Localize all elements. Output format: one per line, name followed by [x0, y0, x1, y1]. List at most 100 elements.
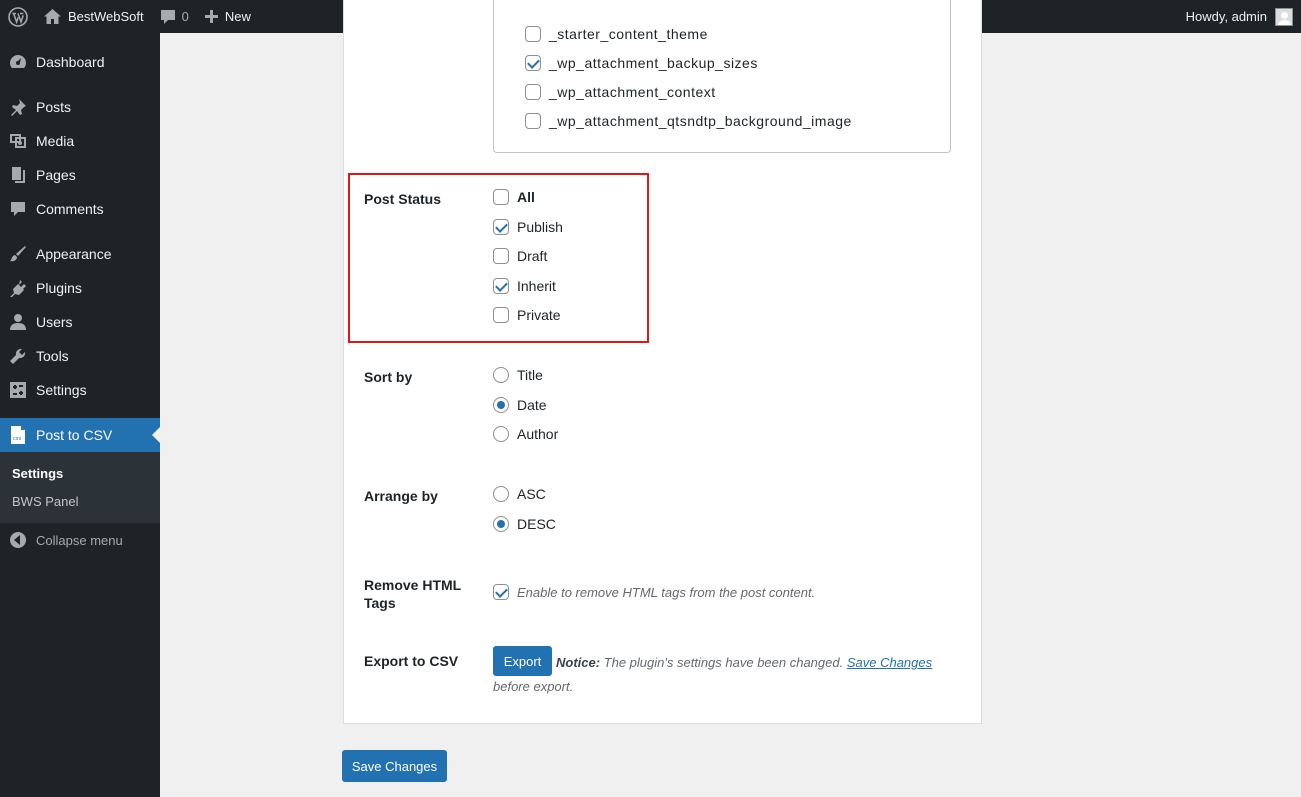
- account-menu[interactable]: Howdy, admin: [1178, 0, 1301, 33]
- option-label: Date: [517, 397, 547, 413]
- arrange-by-option-desc[interactable]: DESC: [493, 516, 556, 532]
- notice-label: Notice:: [556, 655, 601, 670]
- brush-icon: [10, 246, 26, 262]
- menu-label: Users: [36, 314, 73, 330]
- menu-comments[interactable]: Comments: [0, 192, 160, 226]
- checkbox[interactable]: [493, 307, 509, 323]
- option-label: Private: [517, 307, 561, 323]
- radio[interactable]: [493, 486, 509, 502]
- menu-label: Posts: [36, 99, 72, 115]
- post-status-option-private[interactable]: Private: [493, 307, 561, 323]
- comments-count: 0: [181, 9, 189, 24]
- menu-plugins[interactable]: Plugins: [0, 271, 160, 305]
- site-name-link[interactable]: BestWebSoft: [36, 0, 152, 33]
- menu-appearance[interactable]: Appearance: [0, 237, 160, 271]
- checkbox[interactable]: [493, 248, 509, 264]
- save-changes-link[interactable]: Save Changes: [847, 655, 932, 670]
- settings-icon: [10, 382, 26, 398]
- label-line: Remove HTML: [364, 577, 462, 593]
- post-status-option-inherit[interactable]: Inherit: [493, 278, 556, 294]
- comment-icon: [160, 9, 175, 24]
- post-status-option-all[interactable]: All: [493, 189, 535, 205]
- option-label: Publish: [517, 219, 563, 235]
- menu-label: Dashboard: [36, 54, 105, 70]
- option-label: All: [517, 189, 535, 205]
- menu-label: Media: [36, 133, 75, 149]
- menu-tools[interactable]: Tools: [0, 339, 160, 373]
- menu-settings[interactable]: Settings: [0, 373, 160, 407]
- checkbox[interactable]: [493, 219, 509, 235]
- menu-posts[interactable]: Posts: [0, 90, 160, 124]
- collapse-menu-button[interactable]: Collapse menu: [0, 523, 160, 557]
- label-line: Tags: [364, 595, 396, 611]
- meta-keys-list[interactable]: [493, 0, 951, 153]
- new-content-link[interactable]: New: [197, 0, 259, 33]
- export-label: Export to CSV: [364, 653, 459, 669]
- post-status-option-publish[interactable]: Publish: [493, 219, 563, 235]
- meta-key-option[interactable]: _wp_attachment_qtsndtp_background_image: [525, 113, 852, 129]
- post-status-label: Post Status: [364, 191, 442, 207]
- option-label: Title: [517, 367, 543, 383]
- home-icon: [44, 9, 61, 24]
- menu-label: Plugins: [36, 280, 82, 296]
- option-label: _wp_attachment_backup_sizes: [549, 55, 758, 71]
- sort-by-option-title[interactable]: Title: [493, 367, 543, 383]
- meta-key-option[interactable]: _starter_content_theme: [525, 26, 708, 42]
- checkbox[interactable]: [493, 189, 509, 205]
- post-to-csv-submenu: Settings BWS Panel: [0, 452, 160, 523]
- user-icon: [10, 314, 26, 330]
- sort-by-option-author[interactable]: Author: [493, 426, 558, 442]
- checkbox[interactable]: [493, 584, 509, 600]
- checkbox[interactable]: [525, 26, 541, 42]
- export-notice: Notice: The plugin's settings have been …: [493, 651, 963, 699]
- wrench-icon: [10, 348, 26, 364]
- menu-pages[interactable]: Pages: [0, 158, 160, 192]
- menu-label: Tools: [36, 348, 69, 364]
- collapse-arrow-icon: [10, 532, 26, 548]
- comment-icon: [11, 202, 25, 216]
- site-name: BestWebSoft: [68, 9, 144, 24]
- avatar: [1275, 7, 1293, 26]
- radio[interactable]: [493, 516, 509, 532]
- new-label: New: [224, 9, 251, 24]
- arrange-by-label: Arrange by: [364, 488, 438, 504]
- wordpress-logo-icon[interactable]: [0, 0, 36, 33]
- comments-link[interactable]: 0: [152, 0, 197, 33]
- pin-icon: [11, 99, 26, 116]
- radio[interactable]: [493, 397, 509, 413]
- submenu-settings[interactable]: Settings: [12, 466, 63, 481]
- menu-dashboard[interactable]: Dashboard: [0, 45, 160, 79]
- option-label: _starter_content_theme: [549, 26, 708, 42]
- radio[interactable]: [493, 367, 509, 383]
- checkbox[interactable]: [525, 55, 541, 71]
- post-status-option-draft[interactable]: Draft: [493, 248, 547, 264]
- remove-html-label: Remove HTML Tags: [364, 576, 461, 612]
- remove-html-option[interactable]: Enable to remove HTML tags from the post…: [493, 584, 815, 600]
- menu-media[interactable]: Media: [0, 124, 160, 158]
- notice-tail: before export.: [493, 679, 574, 694]
- notice-text: The plugin's settings have been changed.: [600, 655, 847, 670]
- option-label: Draft: [517, 248, 548, 264]
- menu-label: Settings: [36, 382, 87, 398]
- arrange-by-option-asc[interactable]: ASC: [493, 486, 546, 502]
- plugin-icon: [10, 280, 26, 297]
- checkbox[interactable]: [525, 113, 541, 129]
- save-changes-button[interactable]: Save Changes: [342, 750, 447, 782]
- svg-text:csv: csv: [13, 436, 21, 442]
- menu-label: Pages: [36, 167, 76, 183]
- option-label: _wp_attachment_qtsndtp_background_image: [549, 113, 852, 129]
- checkbox[interactable]: [525, 84, 541, 100]
- menu-users[interactable]: Users: [0, 305, 160, 339]
- radio[interactable]: [493, 426, 509, 442]
- meta-key-option[interactable]: _wp_attachment_backup_sizes: [525, 55, 758, 71]
- option-label: ASC: [517, 486, 546, 502]
- menu-post-to-csv[interactable]: csv Post to CSV: [0, 418, 160, 452]
- option-label: DESC: [517, 516, 556, 532]
- submenu-bws-panel[interactable]: BWS Panel: [12, 494, 78, 509]
- menu-label: Post to CSV: [36, 427, 113, 443]
- checkbox[interactable]: [493, 278, 509, 294]
- sort-by-option-date[interactable]: Date: [493, 397, 547, 413]
- option-label: Author: [517, 426, 559, 442]
- media-icon: [10, 134, 26, 148]
- meta-key-option[interactable]: _wp_attachment_context: [525, 84, 716, 100]
